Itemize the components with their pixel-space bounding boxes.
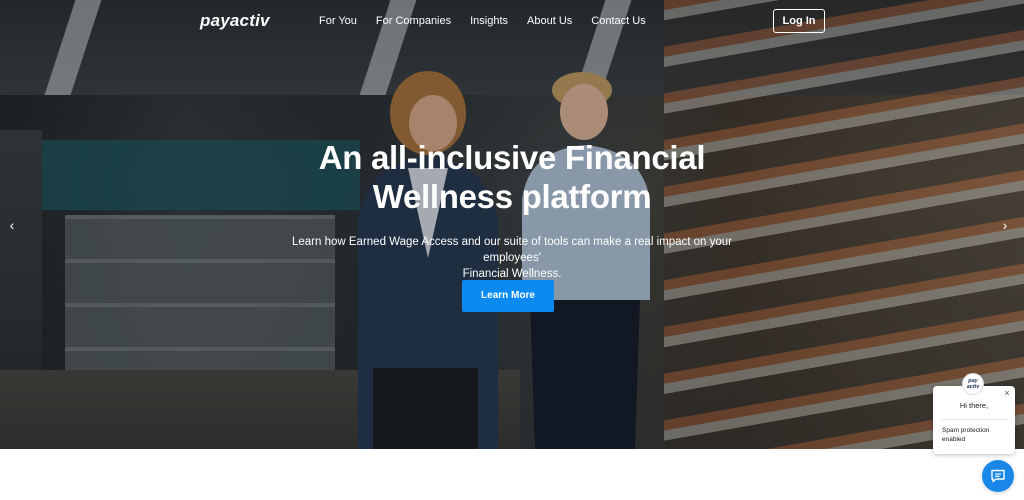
hero-section [0, 0, 1024, 449]
hero-headline: An all-inclusive Financial Wellness plat… [212, 138, 812, 216]
learn-more-button[interactable]: Learn More [462, 280, 554, 312]
login-button[interactable]: Log In [773, 9, 825, 33]
nav-link-about-us[interactable]: About Us [527, 15, 572, 27]
hero-headline-line2: Wellness platform [372, 178, 652, 215]
nav-link-contact-us[interactable]: Contact Us [591, 15, 645, 27]
nav-links: For You For Companies Insights About Us … [319, 15, 646, 27]
chat-open-button[interactable] [982, 460, 1014, 492]
nav-link-insights[interactable]: Insights [470, 15, 508, 27]
hero-subtext: Learn how Earned Wage Access and our sui… [262, 234, 762, 282]
chat-avatar: pay activ [962, 373, 984, 395]
nav-link-for-companies[interactable]: For Companies [376, 15, 451, 27]
chat-avatar-logo: pay activ [966, 378, 980, 390]
hero-overlay [0, 0, 1024, 449]
carousel-next-icon[interactable]: › [998, 217, 1012, 233]
chat-bubble-icon [991, 469, 1005, 483]
payactiv-logo[interactable]: payactiv [200, 11, 270, 31]
chat-divider [941, 419, 1007, 420]
hero-subtext-line1: Learn how Earned Wage Access and our sui… [291, 236, 732, 264]
chat-close-icon[interactable]: × [1002, 388, 1012, 398]
nav-link-for-you[interactable]: For You [319, 15, 357, 27]
top-navigation: payactiv For You For Companies Insights … [0, 0, 1024, 44]
hero-headline-line1: An all-inclusive Financial [318, 139, 706, 176]
carousel-prev-icon[interactable]: ‹ [5, 217, 19, 233]
chat-spam-note: Spam protection enabled [942, 427, 990, 443]
chat-greeting: Hi there, [959, 401, 989, 410]
